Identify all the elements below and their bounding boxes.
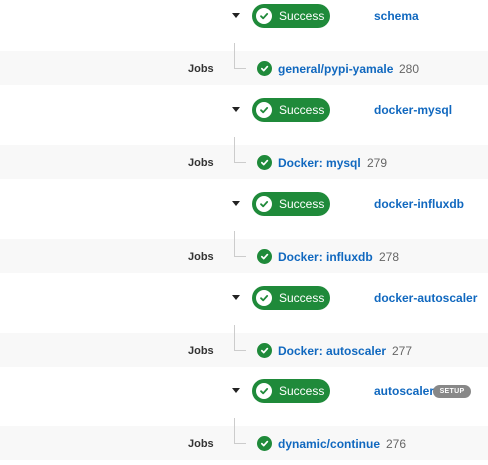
check-circle-icon [256,290,272,306]
status-badge-label: Success [279,9,325,23]
job-number: 276 [386,437,407,451]
job-name-link[interactable]: Docker: influxdb [278,250,373,264]
jobs-row: Jobs Docker: autoscaler 277 [0,325,488,367]
expand-caret-icon[interactable] [232,107,240,112]
workflow-name-link[interactable]: docker-autoscaler [374,291,477,305]
job-name-link[interactable]: Docker: autoscaler [278,344,386,358]
job-name-link[interactable]: Docker: mysql [278,156,361,170]
job-number: 280 [399,62,420,76]
check-circle-icon [256,196,272,212]
jobs-label: Jobs [188,157,214,169]
status-badge[interactable]: Success [252,379,330,403]
workflow-row: Success docker-mysql [0,97,488,123]
tree-connector [234,325,246,351]
jobs-label: Jobs [188,438,214,450]
check-circle-icon [256,383,272,399]
jobs-label: Jobs [188,251,214,263]
job-name-link[interactable]: general/pypi-yamale [278,62,393,76]
job-status-check-icon [257,343,272,358]
job-status-check-icon [257,436,272,451]
tree-connector [234,418,246,444]
status-badge-label: Success [279,384,325,398]
status-badge-label: Success [279,291,325,305]
job-number: 279 [367,156,388,170]
expand-caret-icon[interactable] [232,201,240,206]
status-badge-label: Success [279,197,325,211]
jobs-row: Jobs general/pypi-yamale 280 [0,43,488,85]
job-number: 278 [379,250,400,264]
jobs-label: Jobs [188,63,214,75]
job-status-check-icon [257,155,272,170]
check-circle-icon [256,102,272,118]
workflow-name-link[interactable]: autoscaler [374,384,434,398]
status-badge-label: Success [279,103,325,117]
jobs-row: Jobs Docker: influxdb 278 [0,231,488,273]
status-badge[interactable]: Success [252,4,330,28]
workflow-name-link[interactable]: docker-influxdb [374,197,464,211]
tree-connector [234,43,246,69]
workflow-name-link[interactable]: schema [374,9,419,23]
tree-connector [234,231,246,257]
workflow-row: Success docker-influxdb [0,191,488,217]
status-badge[interactable]: Success [252,286,330,310]
check-circle-icon [256,8,272,24]
workflow-row: Success autoscaler SETUP [0,378,488,404]
expand-caret-icon[interactable] [232,388,240,393]
jobs-row: Jobs dynamic/continue 276 [0,418,488,460]
workflow-tag-badge: SETUP [433,385,471,398]
job-number: 277 [392,344,413,358]
jobs-row: Jobs Docker: mysql 279 [0,137,488,179]
status-badge[interactable]: Success [252,98,330,122]
workflow-row: Success docker-autoscaler [0,285,488,311]
jobs-label: Jobs [188,345,214,357]
workflow-row: Success schema [0,3,488,29]
expand-caret-icon[interactable] [232,13,240,18]
job-status-check-icon [257,249,272,264]
expand-caret-icon[interactable] [232,295,240,300]
workflow-name-link[interactable]: docker-mysql [374,103,452,117]
status-badge[interactable]: Success [252,192,330,216]
job-name-link[interactable]: dynamic/continue [278,437,380,451]
job-status-check-icon [257,61,272,76]
tree-connector [234,137,246,163]
